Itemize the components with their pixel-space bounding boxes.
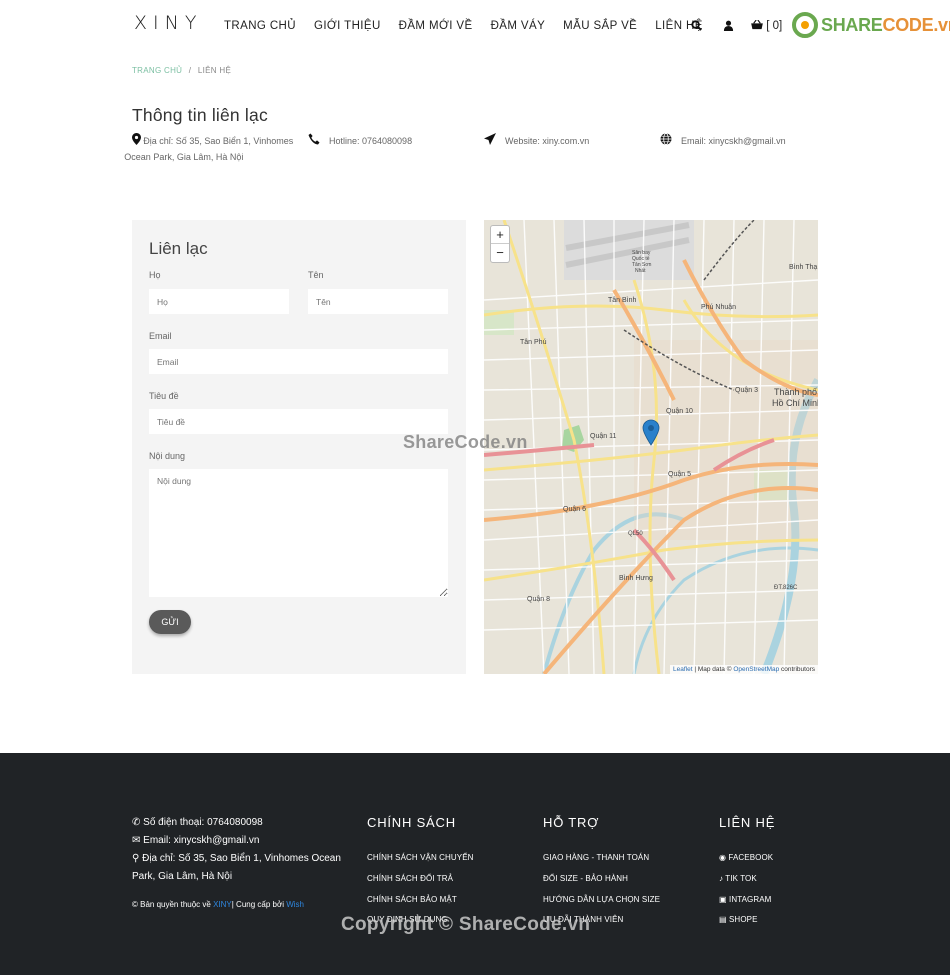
subject-label: Tiêu đề xyxy=(149,391,179,401)
footer-link-facebook[interactable]: ◉ FACEBOOK xyxy=(719,853,773,862)
info-hotline-text: Hotline: 0764080098 xyxy=(329,136,413,146)
footer-copyright: © Bản quyền thuộc về XINY| Cung cấp bởi … xyxy=(132,900,304,909)
footer-link-tiktok[interactable]: ♪ TIK TOK xyxy=(719,874,757,883)
menu-item-new-dresses[interactable]: ĐẦM MỚI VỀ xyxy=(399,20,473,32)
submit-button[interactable]: GỬI xyxy=(149,610,191,634)
menu-item-coming-soon[interactable]: MẪU SẮP VỀ xyxy=(563,20,637,32)
globe-icon xyxy=(660,133,681,148)
breadcrumb-current: LIÊN HỆ xyxy=(197,66,232,75)
sharecode-logo-icon xyxy=(792,12,818,38)
map-label-quan-5: Quận 5 xyxy=(668,471,691,478)
map-marker-icon: ⚲ xyxy=(132,853,140,864)
map-label-phu-nhuan: Phú Nhuận xyxy=(701,304,736,311)
form-title: Liên lạc xyxy=(149,239,208,258)
header: XINY TRANG CHỦ GIỚI THIỆU ĐẦM MỚI VỀ ĐẦM… xyxy=(0,0,950,55)
brand-link[interactable]: XINY xyxy=(213,900,232,909)
map-label-binh-thanh: Bình Thạ xyxy=(789,264,817,271)
map-label-ql50: QL50 xyxy=(628,531,643,537)
subject-input[interactable] xyxy=(149,409,448,434)
message-textarea[interactable] xyxy=(149,469,448,597)
search-icon[interactable] xyxy=(691,20,702,34)
envelope-icon: ✉ xyxy=(132,835,141,846)
brand-logo[interactable]: XINY xyxy=(134,12,202,34)
phone-icon xyxy=(308,133,329,148)
footer-policy-title: CHÍNH SÁCH xyxy=(367,815,456,830)
map-label-tan-phu: Tân Phú xyxy=(520,339,547,346)
info-hotline: Hotline: 0764080098 xyxy=(308,133,412,150)
first-name-label: Tên xyxy=(308,270,324,280)
footer-link-shopee[interactable]: ▤ SHOPE xyxy=(719,915,758,924)
footer-link-delivery[interactable]: GIAO HÀNG - THANH TOÁN xyxy=(543,853,649,862)
menu-item-dresses[interactable]: ĐẦM VÁY xyxy=(491,20,546,32)
message-label: Nội dung xyxy=(149,451,186,461)
breadcrumb: TRANG CHỦ / LIÊN HỆ xyxy=(132,66,232,75)
info-website-text: Website: xiny.com.vn xyxy=(505,136,590,146)
footer: ✆ Số điện thoại: 0764080098 ✉ Email: xin… xyxy=(0,753,950,975)
footer-link-size-warranty[interactable]: ĐỔI SIZE - BẢO HÀNH xyxy=(543,874,628,883)
breadcrumb-home[interactable]: TRANG CHỦ xyxy=(132,66,182,75)
footer-link-size-guide[interactable]: HƯỚNG DẪN LỰA CHỌN SIZE xyxy=(543,895,660,904)
map-label-quan-11: Quận 11 xyxy=(590,433,616,440)
menu-item-home[interactable]: TRANG CHỦ xyxy=(224,20,296,32)
footer-phone: ✆ Số điện thoại: 0764080098 xyxy=(132,817,263,828)
info-email-text: Email: xinycskh@gmail.vn xyxy=(681,136,786,146)
footer-address: ⚲ Địa chỉ: Số 35, Sao Biển 1, Vinhomes O… xyxy=(132,853,341,882)
svg-text:Nhất: Nhất xyxy=(635,268,646,274)
map-tiles: Tân Bình Phú Nhuận Tân Phú Quận 3 Thành … xyxy=(484,220,818,674)
tiktok-icon: ♪ xyxy=(719,874,724,883)
info-address-text: Địa chỉ: Số 35, Sao Biển 1, Vinhomes Oce… xyxy=(124,136,294,162)
map-label-quan-10: Quận 10 xyxy=(666,408,693,415)
info-website: Website: xiny.com.vn xyxy=(484,133,589,150)
map[interactable]: Tân Bình Phú Nhuận Tân Phú Quận 3 Thành … xyxy=(484,220,818,674)
leaflet-link[interactable]: Leaflet xyxy=(673,666,693,673)
instagram-icon: ▣ xyxy=(719,895,727,904)
email-input[interactable] xyxy=(149,349,448,374)
footer-link-privacy[interactable]: CHÍNH SÁCH BẢO MẬT xyxy=(367,895,457,904)
map-label-binh-hung: Bình Hưng xyxy=(619,575,653,582)
map-attribution: Leaflet | Map data © OpenStreetMap contr… xyxy=(669,665,818,674)
footer-support-title: HỖ TRỢ xyxy=(543,815,600,830)
footer-contact: ✆ Số điện thoại: 0764080098 ✉ Email: xin… xyxy=(132,814,342,886)
user-icon[interactable] xyxy=(723,20,734,34)
zoom-out-button[interactable]: − xyxy=(491,244,509,262)
store-icon: ▤ xyxy=(719,915,727,924)
last-name-input[interactable] xyxy=(149,289,289,314)
footer-link-instagram[interactable]: ▣ INTAGRAM xyxy=(719,895,771,904)
watermark-center: ShareCode.vn xyxy=(403,432,528,452)
footer-email: ✉ Email: xinycskh@gmail.vn xyxy=(132,835,260,846)
first-name-input[interactable] xyxy=(308,289,448,314)
menu-item-about[interactable]: GIỚI THIỆU xyxy=(314,20,381,32)
map-label-quan-6: Quận 6 xyxy=(563,506,586,513)
footer-link-returns[interactable]: CHÍNH SÁCH ĐỔI TRẢ xyxy=(367,874,453,883)
footer-contact-title: LIÊN HỆ xyxy=(719,815,776,830)
provider-link[interactable]: Wish xyxy=(286,900,304,909)
info-email: Email: xinycskh@gmail.vn xyxy=(660,133,786,150)
map-label-hcm: Hồ Chí Minh xyxy=(772,398,818,408)
basket-icon xyxy=(751,19,763,30)
watermark-bottom: Copyright © ShareCode.vn xyxy=(341,914,591,935)
footer-link-shipping[interactable]: CHÍNH SÁCH VẬN CHUYỂN xyxy=(367,853,474,862)
contact-info-title: Thông tin liên lạc xyxy=(132,105,268,125)
last-name-label: Họ xyxy=(149,270,161,280)
zoom-in-button[interactable]: + xyxy=(491,226,509,244)
cart-button[interactable]: [ 0] xyxy=(751,19,783,32)
map-label-tan-binh: Tân Bình xyxy=(608,297,637,304)
map-label-quan-3: Quận 3 xyxy=(735,387,758,394)
phone-icon: ✆ xyxy=(132,817,141,828)
map-zoom-control: + − xyxy=(490,225,510,263)
email-label: Email xyxy=(149,331,172,341)
main-menu: TRANG CHỦ GIỚI THIỆU ĐẦM MỚI VỀ ĐẦM VÁY … xyxy=(224,20,721,32)
map-label-tphcm: Thành phố xyxy=(774,387,817,397)
facebook-icon: ◉ xyxy=(719,853,727,862)
cart-count: [ 0] xyxy=(766,20,783,32)
osm-link[interactable]: OpenStreetMap xyxy=(733,666,779,673)
paper-plane-icon xyxy=(484,133,505,148)
map-label-quan-8: Quận 8 xyxy=(527,596,550,603)
info-address: Địa chỉ: Số 35, Sao Biển 1, Vinhomes Oce… xyxy=(124,133,297,165)
sharecode-logo: SHARECODE.vn xyxy=(792,12,950,38)
map-label-dt826c: ĐT.826C xyxy=(774,585,798,591)
